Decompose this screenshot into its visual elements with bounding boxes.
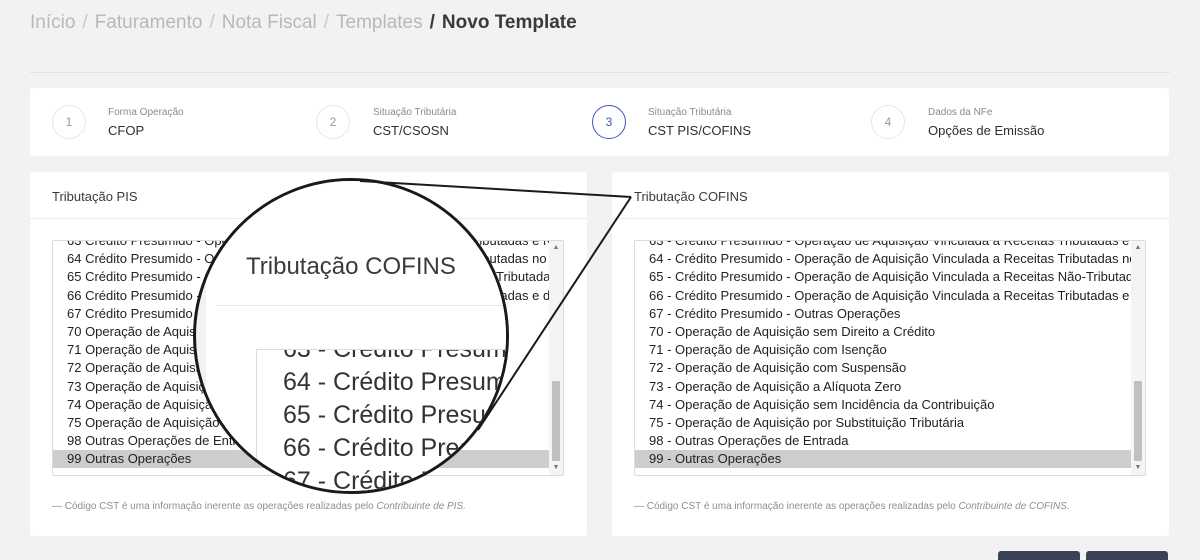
magnified-divider <box>216 305 506 306</box>
scroll-up-icon[interactable]: ▲ <box>1131 241 1145 255</box>
scrollbar-thumb[interactable] <box>1134 381 1142 461</box>
magnified-title: Tributação COFINS <box>246 253 456 280</box>
step-subtitle: Dados da NFe <box>928 107 993 118</box>
hint-text: — Código CST é uma informação inerente a… <box>52 501 374 512</box>
magnified-option: 65 - Crédito Presumido <box>283 401 507 429</box>
list-option[interactable]: 70 - Operação de Aquisição sem Direito a… <box>635 323 1131 341</box>
list-option[interactable]: 74 - Operação de Aquisição sem Incidênci… <box>635 396 1131 414</box>
panel-divider <box>612 218 1169 219</box>
cofins-panel: Tributação COFINS 63 - Crédito Presumido… <box>612 172 1169 536</box>
list-option[interactable]: 72 - Operação de Aquisição com Suspensão <box>635 359 1131 377</box>
hint-emphasis: Contribuinte de PIS. <box>376 501 466 512</box>
breadcrumb-separator: / <box>209 12 215 33</box>
scroll-down-icon[interactable]: ▼ <box>549 461 563 475</box>
step-title: CST PIS/COFINS <box>648 123 752 138</box>
pis-panel-title: Tributação PIS <box>52 189 138 204</box>
breadcrumb: Início / Faturamento / Nota Fiscal / Templates… <box>30 12 577 34</box>
list-option[interactable]: 63 - Crédito Presumido - Operação de Aqu… <box>635 241 1131 250</box>
pis-hint: — Código CST é uma informação inerente a… <box>52 501 466 512</box>
step-title: CFOP <box>108 123 145 138</box>
list-option[interactable]: 64 - Crédito Presumido - Operação de Aqu… <box>635 250 1131 268</box>
breadcrumb-separator: / <box>82 12 88 33</box>
wizard-steps: 1 Forma Operação CFOP 2 Situação Tributá… <box>30 88 1169 156</box>
list-option[interactable]: 98 - Outras Operações de Entrada <box>635 432 1131 450</box>
breadcrumb-item-nota-fiscal[interactable]: Nota Fiscal <box>222 12 317 33</box>
breadcrumb-item-templates[interactable]: Templates <box>336 12 423 33</box>
scroll-up-icon[interactable]: ▲ <box>549 241 563 255</box>
hint-text: — Código CST é uma informação inerente a… <box>634 501 956 512</box>
hint-emphasis: Contribuinte de COFINS. <box>958 501 1070 512</box>
list-option[interactable]: 71 - Operação de Aquisição com Isenção <box>635 341 1131 359</box>
step-title: CST/CSOSN <box>373 123 449 138</box>
list-option[interactable]: 75 - Operação de Aquisição por Substitui… <box>635 414 1131 432</box>
list-option[interactable]: 73 - Operação de Aquisição a Alíquota Ze… <box>635 378 1131 396</box>
breadcrumb-item-inicio[interactable]: Início <box>30 12 75 33</box>
scroll-down-icon[interactable]: ▼ <box>1131 461 1145 475</box>
step-number: 3 <box>592 105 626 139</box>
back-button[interactable] <box>998 551 1080 560</box>
cofins-option-list: 63 - Crédito Presumido - Operação de Aqu… <box>635 241 1131 469</box>
step-subtitle: Situação Tributária <box>373 107 457 118</box>
magnified-panel: Tributação COFINS 63 - Crédito Presumido… <box>206 181 507 494</box>
step-subtitle: Situação Tributária <box>648 107 732 118</box>
step-subtitle: Forma Operação <box>108 107 184 118</box>
magnified-option: 64 - Crédito Presumido <box>283 368 507 396</box>
cofins-cst-select[interactable]: 63 - Crédito Presumido - Operação de Aqu… <box>634 240 1146 476</box>
cofins-panel-title: Tributação COFINS <box>634 189 748 204</box>
breadcrumb-separator: / <box>429 12 435 33</box>
magnified-option: 66 - Crédito Presumido <box>283 434 507 462</box>
breadcrumb-item-faturamento[interactable]: Faturamento <box>95 12 203 33</box>
list-option[interactable]: 65 - Crédito Presumido - Operação de Aqu… <box>635 268 1131 286</box>
next-button[interactable] <box>1086 551 1168 560</box>
magnified-option: 67 - Crédito Presumido <box>283 467 507 494</box>
magnifier-callout: Tributação COFINS 63 - Crédito Presumido… <box>193 178 509 494</box>
list-option[interactable]: 99 - Outras Operações <box>635 450 1131 469</box>
header-divider <box>30 72 1170 73</box>
breadcrumb-separator: / <box>323 12 330 33</box>
magnified-option: 63 - Crédito Presumido <box>283 349 507 363</box>
list-option[interactable]: 66 - Crédito Presumido - Operação de Aqu… <box>635 287 1131 305</box>
scrollbar[interactable]: ▲ ▼ <box>1131 241 1145 475</box>
scrollbar[interactable]: ▲ ▼ <box>549 241 563 475</box>
magnified-list: 63 - Crédito Presumido 64 - Crédito Presu… <box>256 349 507 494</box>
step-number: 4 <box>871 105 905 139</box>
step-number: 1 <box>52 105 86 139</box>
magnified-items: 63 - Crédito Presumido 64 - Crédito Presu… <box>257 349 507 494</box>
list-option[interactable]: 67 - Crédito Presumido - Outras Operaçõe… <box>635 305 1131 323</box>
step-title: Opções de Emissão <box>928 123 1045 138</box>
step-number: 2 <box>316 105 350 139</box>
scrollbar-thumb[interactable] <box>552 381 560 461</box>
cofins-hint: — Código CST é uma informação inerente a… <box>634 501 1070 512</box>
page-title: Novo Template <box>441 12 577 33</box>
